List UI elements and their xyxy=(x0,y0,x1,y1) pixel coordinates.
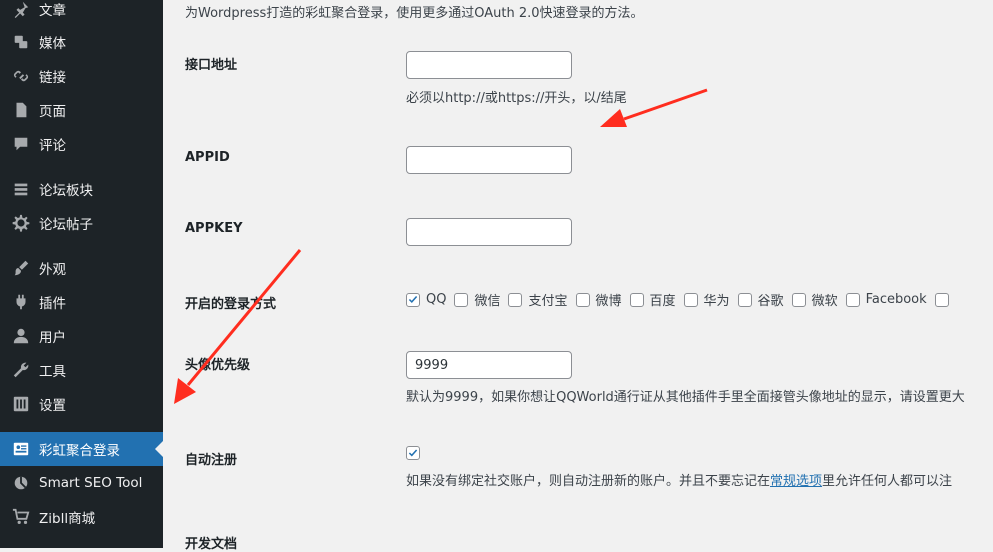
login-method-label: 微信 xyxy=(474,294,501,309)
pin-icon xyxy=(11,0,31,19)
sidebar-item-label: 插件 xyxy=(39,296,66,312)
sidebar-item-label: 工具 xyxy=(39,364,66,380)
login-method-checkbox[interactable] xyxy=(629,292,644,307)
login-method-option[interactable]: 微博 xyxy=(575,290,622,309)
auto-register-label: 自动注册 xyxy=(185,453,238,468)
login-method-option[interactable]: Facebook xyxy=(845,292,927,307)
login-methods-label: 开启的登录方式 xyxy=(185,297,277,312)
cart-icon xyxy=(11,507,31,527)
login-method-label: 百度 xyxy=(649,294,676,309)
brush-icon xyxy=(11,258,31,278)
avatar-priority-input[interactable] xyxy=(406,351,572,379)
login-method-label: QQ xyxy=(426,292,447,307)
auto-register-help: 如果没有绑定社交账户，则自动注册新的账户。并且不要忘记在常规选项里允许任何人都可… xyxy=(406,470,952,489)
sidebar-item[interactable]: 论坛帖子 xyxy=(0,206,163,240)
login-method-checkbox[interactable] xyxy=(454,292,469,307)
auto-register-checkbox[interactable] xyxy=(406,446,420,460)
login-method-option[interactable]: 谷歌 xyxy=(737,290,784,309)
sidebar-item[interactable]: 评论 xyxy=(0,127,163,161)
seo-icon xyxy=(11,473,31,493)
sidebar-item-label: 设置 xyxy=(39,398,66,414)
login-methods-options: QQ 微信 支付宝 微博 百度 华为 谷歌 微软 Facebook xyxy=(406,290,955,309)
avatar-priority-label: 头像优先级 xyxy=(185,358,251,373)
login-method-label: Facebook xyxy=(865,292,927,307)
sidebar-item[interactable]: 文章 xyxy=(0,0,163,26)
sidebar-item-label: Smart SEO Tool xyxy=(39,475,143,491)
sidebar-item[interactable]: 工具 xyxy=(0,353,163,387)
login-method-checkbox[interactable] xyxy=(575,292,590,307)
login-method-checkbox[interactable] xyxy=(508,292,523,307)
sidebar-item[interactable]: 链接 xyxy=(0,59,163,93)
sidebar-item-label: Zibll商城 xyxy=(39,511,96,527)
page-icon xyxy=(11,100,31,120)
login-method-label: 微软 xyxy=(811,294,838,309)
sidebar-item[interactable]: 外观 xyxy=(0,251,163,285)
login-method-label: 谷歌 xyxy=(757,294,784,309)
settings-icon xyxy=(11,394,31,414)
auto-register-help-text: 如果没有绑定社交账户，则自动注册新的账户。并且不要忘记在 xyxy=(406,474,771,489)
login-method-label: 微博 xyxy=(595,294,622,309)
link-icon xyxy=(11,66,31,86)
sidebar-item-label: 页面 xyxy=(39,104,66,120)
login-method-checkbox[interactable] xyxy=(683,292,698,307)
appid-label: APPID xyxy=(185,150,230,165)
general-options-link[interactable]: 常规选项 xyxy=(770,474,822,489)
appkey-label: APPKEY xyxy=(185,221,243,236)
login-method-option[interactable]: QQ xyxy=(406,292,446,307)
wrench-icon xyxy=(11,360,31,380)
login-method-option[interactable]: 华为 xyxy=(683,290,730,309)
login-method-option[interactable]: 微信 xyxy=(454,290,500,309)
sidebar-item-label: 链接 xyxy=(39,70,66,86)
login-method-label: 华为 xyxy=(703,294,730,309)
sidebar-item-label: 媒体 xyxy=(39,36,66,52)
login-method-checkbox[interactable] xyxy=(845,292,860,307)
settings-content: 为Wordpress打造的彩虹聚合登录，使用更多通过OAuth 2.0快速登录的… xyxy=(163,0,993,552)
login-method-checkbox[interactable] xyxy=(737,292,752,307)
sidebar-item[interactable]: Smart SEO Tool xyxy=(0,466,163,500)
user-icon xyxy=(11,326,31,346)
admin-sidebar: 文章媒体链接页面评论论坛板块论坛帖子外观插件用户工具设置彩虹聚合登录 Smart … xyxy=(0,0,163,548)
sidebar-item-label: 外观 xyxy=(39,262,66,278)
sidebar-item[interactable]: 彩虹聚合登录 xyxy=(0,432,163,466)
appid-input[interactable] xyxy=(406,146,572,174)
login-method-label: 支付宝 xyxy=(528,294,568,309)
sidebar-item[interactable]: 设置 xyxy=(0,387,163,421)
sidebar-item-label: 文章 xyxy=(39,3,66,19)
checkmark-icon xyxy=(408,295,418,304)
gear-icon xyxy=(11,213,31,233)
plugin-icon xyxy=(11,292,31,312)
login-method-checkbox[interactable] xyxy=(791,292,806,307)
login-method-checkbox[interactable] xyxy=(406,292,420,307)
login-method-option[interactable]: 微软 xyxy=(791,290,838,309)
sidebar-item[interactable]: Zibll主题设置 xyxy=(0,540,163,548)
plugin-description: 为Wordpress打造的彩虹聚合登录，使用更多通过OAuth 2.0快速登录的… xyxy=(185,6,644,21)
api-url-label: 接口地址 xyxy=(185,58,238,73)
login-method-option[interactable]: 百度 xyxy=(629,290,676,309)
sidebar-item-label: 论坛帖子 xyxy=(39,217,93,233)
login-method-option[interactable]: 支付宝 xyxy=(508,290,568,309)
sidebar-item[interactable]: 插件 xyxy=(0,285,163,319)
appkey-input[interactable] xyxy=(406,218,572,246)
sidebar-item[interactable]: 用户 xyxy=(0,319,163,353)
sidebar-item[interactable]: 论坛板块 xyxy=(0,172,163,206)
sidebar-item[interactable]: 页面 xyxy=(0,93,163,127)
sidebar-item-label: 彩虹聚合登录 xyxy=(39,443,120,459)
login-method-checkbox[interactable] xyxy=(934,292,949,307)
media-icon xyxy=(11,32,31,52)
sidebar-item[interactable]: Zibll商城 xyxy=(0,500,163,534)
sidebar-item-label: 用户 xyxy=(39,330,66,346)
auto-register-help-tail: 里允许任何人都可以注 xyxy=(822,474,953,489)
forum-icon xyxy=(11,179,31,199)
checkmark-icon xyxy=(408,449,418,457)
sidebar-item-label: 论坛板块 xyxy=(39,183,93,199)
id-card-icon xyxy=(11,439,31,459)
dev-docs-label: 开发文档 xyxy=(185,537,238,552)
sidebar-item[interactable]: 媒体 xyxy=(0,25,163,59)
api-url-help: 必须以http://或https://开头，以/结尾 xyxy=(406,91,627,106)
sidebar-item-label: 评论 xyxy=(39,138,66,154)
api-url-input[interactable] xyxy=(406,51,572,79)
comment-icon xyxy=(11,134,31,154)
avatar-priority-help: 默认为9999，如果你想让QQWorld通行证从其他插件手里全面接管头像地址的显… xyxy=(406,390,965,405)
